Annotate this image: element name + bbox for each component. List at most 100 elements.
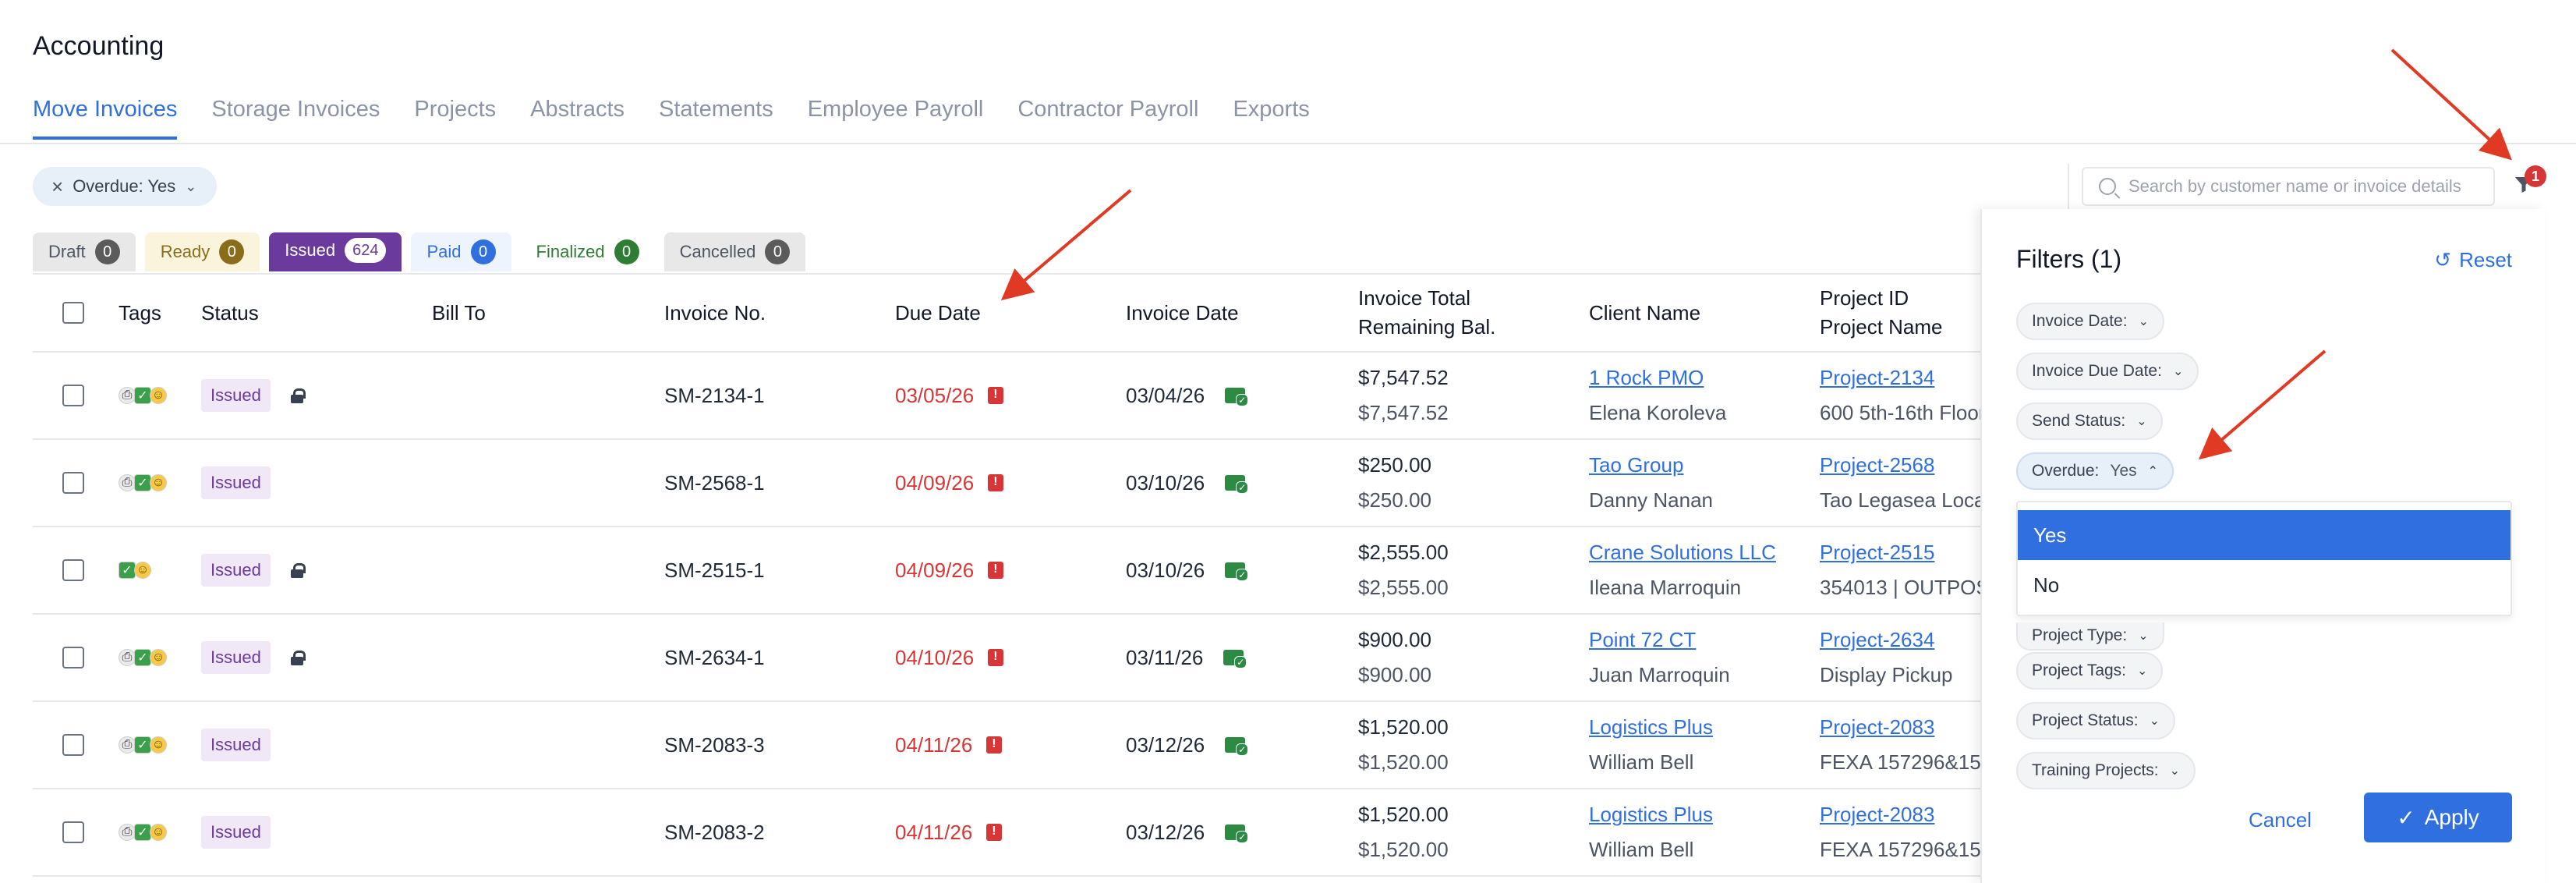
- table-row[interactable]: ✓ ☺ Issued SM-2515-1 04/09/26 03/10/26 $…: [33, 527, 1997, 615]
- tab-abstracts[interactable]: Abstracts: [530, 97, 625, 140]
- main-tabs: Move Invoices Storage Invoices Projects …: [33, 97, 1310, 140]
- tab-storage-invoices[interactable]: Storage Invoices: [211, 97, 380, 140]
- project-link[interactable]: Project-2634: [1820, 628, 1953, 652]
- project-link[interactable]: Project-2134: [1820, 366, 1985, 390]
- filter-project-status[interactable]: Project Status: ⌄: [2016, 702, 2175, 739]
- header-invoice-total-label: Invoice Total: [1358, 286, 1471, 310]
- row-checkbox[interactable]: [62, 734, 84, 756]
- filter-invoice-date[interactable]: Invoice Date: ⌄: [2016, 303, 2164, 340]
- table-row[interactable]: ⎙ ✓ ☺ Issued SM-2568-1 04/09/26 03/10/26…: [33, 440, 1997, 527]
- option-yes[interactable]: Yes: [2018, 510, 2511, 560]
- invoice-total-cell: $900.00 $900.00: [1358, 615, 1431, 700]
- row-tags: ⎙ ✓ ☺: [119, 353, 167, 438]
- status-tab-issued[interactable]: Issued 624: [269, 232, 402, 271]
- tab-move-invoices[interactable]: Move Invoices: [33, 97, 178, 140]
- status-tab-cancelled[interactable]: Cancelled 0: [663, 232, 806, 271]
- project-link[interactable]: Project-2083: [1820, 803, 1981, 827]
- table-row[interactable]: ⎙ ✓ ☺ Issued SM-2083-2 04/11/26 03/12/26…: [33, 789, 1997, 877]
- document-icon: ⎙: [119, 736, 136, 754]
- filter-send-status[interactable]: Send Status: ⌄: [2016, 402, 2163, 440]
- apply-button[interactable]: ✓ Apply: [2364, 793, 2512, 842]
- table-row[interactable]: ⎙ ✓ ☺ Issued SM-2134-1 03/05/26 03/04/26…: [33, 353, 1997, 440]
- filter-overdue[interactable]: Overdue: Yes ⌃: [2016, 452, 2174, 490]
- client-link[interactable]: 1 Rock PMO: [1589, 366, 1726, 390]
- row-tags: ⎙ ✓ ☺: [119, 789, 167, 875]
- header-invoice-no[interactable]: Invoice No.: [664, 275, 766, 351]
- invoice-date-cell: 03/10/26: [1126, 527, 1249, 613]
- filter-training-projects[interactable]: Training Projects: ⌄: [2016, 752, 2196, 789]
- reset-icon: ↺: [2434, 248, 2452, 271]
- close-icon[interactable]: ×: [51, 175, 63, 199]
- tab-employee-payroll[interactable]: Employee Payroll: [808, 97, 984, 140]
- row-status: Issued: [201, 353, 306, 438]
- reset-button[interactable]: ↺ Reset: [2434, 248, 2512, 272]
- lock-icon: [290, 563, 306, 578]
- checkmark-icon: ✓: [134, 474, 151, 491]
- remaining-balance: $7,547.52: [1358, 401, 1449, 424]
- row-status: Issued: [201, 789, 271, 875]
- chevron-down-icon: ⌄: [2136, 415, 2147, 428]
- client-contact: William Bell: [1589, 750, 1694, 774]
- invoice-date: 03/10/26: [1126, 558, 1205, 582]
- invoice-total: $1,520.00: [1358, 715, 1449, 739]
- overdue-filter-chip[interactable]: × Overdue: Yes ⌄: [33, 167, 218, 206]
- option-no[interactable]: No: [2018, 560, 2511, 610]
- select-all-checkbox[interactable]: [62, 302, 84, 324]
- search-input[interactable]: Search by customer name or invoice detai…: [2082, 167, 2495, 206]
- project-name: Display Pickup: [1820, 663, 1953, 686]
- due-date-cell: 04/09/26: [895, 440, 1004, 526]
- invoice-date: 03/11/26: [1126, 645, 1204, 669]
- row-checkbox[interactable]: [62, 647, 84, 668]
- status-tab-label: Paid: [426, 242, 462, 261]
- header-invoice-date[interactable]: Invoice Date: [1126, 275, 1239, 351]
- client-link[interactable]: Tao Group: [1589, 453, 1713, 477]
- filter-project-tags[interactable]: Project Tags: ⌄: [2016, 652, 2164, 690]
- project-name: FEXA 157296&15: [1820, 750, 1981, 774]
- row-checkbox[interactable]: [62, 559, 84, 581]
- chevron-down-icon[interactable]: ⌄: [185, 179, 196, 195]
- status-tab-label: Cancelled: [679, 242, 756, 261]
- project-link[interactable]: Project-2515: [1820, 541, 1990, 565]
- cancel-button[interactable]: Cancel: [2249, 808, 2312, 832]
- filter-project-type[interactable]: Project Type: ⌄: [2016, 622, 2164, 651]
- tab-projects[interactable]: Projects: [414, 97, 496, 140]
- project-name: 600 5th-16th Floor: [1820, 401, 1986, 424]
- client-link[interactable]: Crane Solutions LLC: [1589, 541, 1776, 565]
- tab-statements[interactable]: Statements: [659, 97, 773, 140]
- filter-invoice-due-date[interactable]: Invoice Due Date: ⌄: [2016, 353, 2199, 390]
- row-status: Issued: [201, 440, 271, 526]
- tab-exports[interactable]: Exports: [1233, 97, 1309, 140]
- table-row[interactable]: ⎙ ✓ ☺ Issued SM-2634-1 04/10/26 03/11/26…: [33, 615, 1997, 702]
- project-link[interactable]: Project-2568: [1820, 453, 1990, 477]
- row-select-cell: [62, 702, 84, 788]
- status-tab-label: Finalized: [536, 242, 605, 261]
- project-link[interactable]: Project-2083: [1820, 715, 1981, 739]
- client-link[interactable]: Point 72 CT: [1589, 628, 1730, 652]
- status-tab-paid[interactable]: Paid 0: [411, 232, 511, 271]
- status-tab-count: 0: [765, 239, 791, 264]
- row-checkbox[interactable]: [62, 385, 84, 406]
- email-sent-icon: [1223, 650, 1247, 668]
- due-date-cell: 04/11/26: [895, 702, 1003, 788]
- client-link[interactable]: Logistics Plus: [1589, 715, 1713, 739]
- client-link[interactable]: Logistics Plus: [1589, 803, 1713, 827]
- row-checkbox[interactable]: [62, 821, 84, 843]
- row-status: Issued: [201, 527, 306, 613]
- checkmark-icon: ✓: [134, 736, 151, 754]
- email-sent-icon: [1225, 824, 1249, 843]
- invoice-total: $1,520.00: [1358, 803, 1449, 826]
- overdue-calendar-icon: [986, 736, 1003, 754]
- status-tab-ready[interactable]: Ready 0: [144, 232, 260, 271]
- header-invoice-total[interactable]: Invoice Total Remaining Bal.: [1358, 275, 1495, 351]
- status-tab-draft[interactable]: Draft 0: [33, 232, 136, 271]
- row-status: Issued: [201, 702, 271, 788]
- row-checkbox[interactable]: [62, 472, 84, 494]
- tab-contractor-payroll[interactable]: Contractor Payroll: [1017, 97, 1198, 140]
- filter-chip-label: Project Type:: [2032, 626, 2128, 644]
- table-row[interactable]: ⎙ ✓ ☺ Issued SM-2083-3 04/11/26 03/12/26…: [33, 702, 1997, 789]
- header-due-date[interactable]: Due Date: [895, 275, 981, 351]
- toolbar-divider: [2068, 164, 2069, 209]
- status-tab-finalized[interactable]: Finalized 0: [520, 232, 655, 271]
- header-project[interactable]: Project ID Project Name: [1820, 275, 1943, 351]
- header-client-name[interactable]: Client Name: [1589, 275, 1700, 351]
